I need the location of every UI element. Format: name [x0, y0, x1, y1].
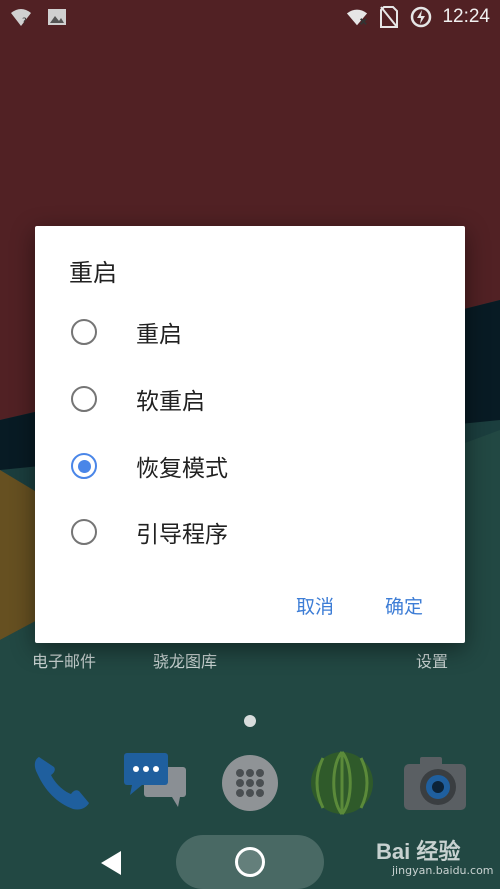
messaging-icon[interactable]: [122, 750, 188, 816]
svg-text:?: ?: [22, 17, 27, 27]
option-label: 恢复模式: [136, 456, 228, 482]
dialog-title: 重启: [69, 259, 117, 287]
option-label: 软重启: [136, 389, 205, 415]
app-label-settings[interactable]: 设置: [416, 648, 448, 672]
watermark-brand: Bai 经验: [376, 839, 461, 864]
browser-icon[interactable]: [309, 750, 375, 816]
app-label-gallery[interactable]: 骁龙图库: [153, 648, 217, 672]
status-clock: 12:24: [442, 6, 490, 27]
no-sim-icon: [378, 6, 400, 28]
radio-button[interactable]: [71, 386, 97, 412]
option-bootloader[interactable]: 引导程序: [35, 500, 465, 564]
option-soft-reboot[interactable]: 软重启: [35, 367, 465, 431]
radio-button[interactable]: [71, 319, 97, 345]
watermark: Bai 经验 jingyan.baidu.com: [376, 834, 496, 884]
home-circle-icon: [235, 847, 265, 877]
status-bar: ? 12:24: [0, 0, 500, 34]
app-label-email[interactable]: 电子邮件: [32, 648, 96, 672]
watermark-url: jingyan.baidu.com: [392, 864, 494, 877]
image-notification-icon: [46, 6, 68, 28]
wifi-unknown-icon: ?: [10, 6, 32, 28]
option-label: 引导程序: [136, 522, 228, 548]
reboot-dialog: 重启 重启 软重启 恢复模式 引导程序 取消 确定: [35, 226, 465, 643]
app-drawer-icon[interactable]: [217, 750, 283, 816]
page-indicator: [244, 715, 256, 727]
phone-icon[interactable]: [28, 750, 94, 816]
confirm-button[interactable]: 确定: [385, 592, 423, 619]
option-label: 重启: [136, 322, 182, 348]
option-reboot[interactable]: 重启: [35, 300, 465, 364]
radio-dot: [77, 459, 91, 473]
option-recovery[interactable]: 恢复模式: [35, 434, 465, 498]
cancel-button[interactable]: 取消: [296, 592, 334, 619]
radio-button[interactable]: [71, 519, 97, 545]
camera-icon[interactable]: [402, 750, 468, 816]
radio-button-selected[interactable]: [71, 453, 97, 479]
back-button[interactable]: [97, 848, 127, 878]
home-button[interactable]: [176, 835, 324, 889]
wifi-off-icon: [346, 6, 368, 28]
battery-charging-icon: [410, 6, 432, 28]
